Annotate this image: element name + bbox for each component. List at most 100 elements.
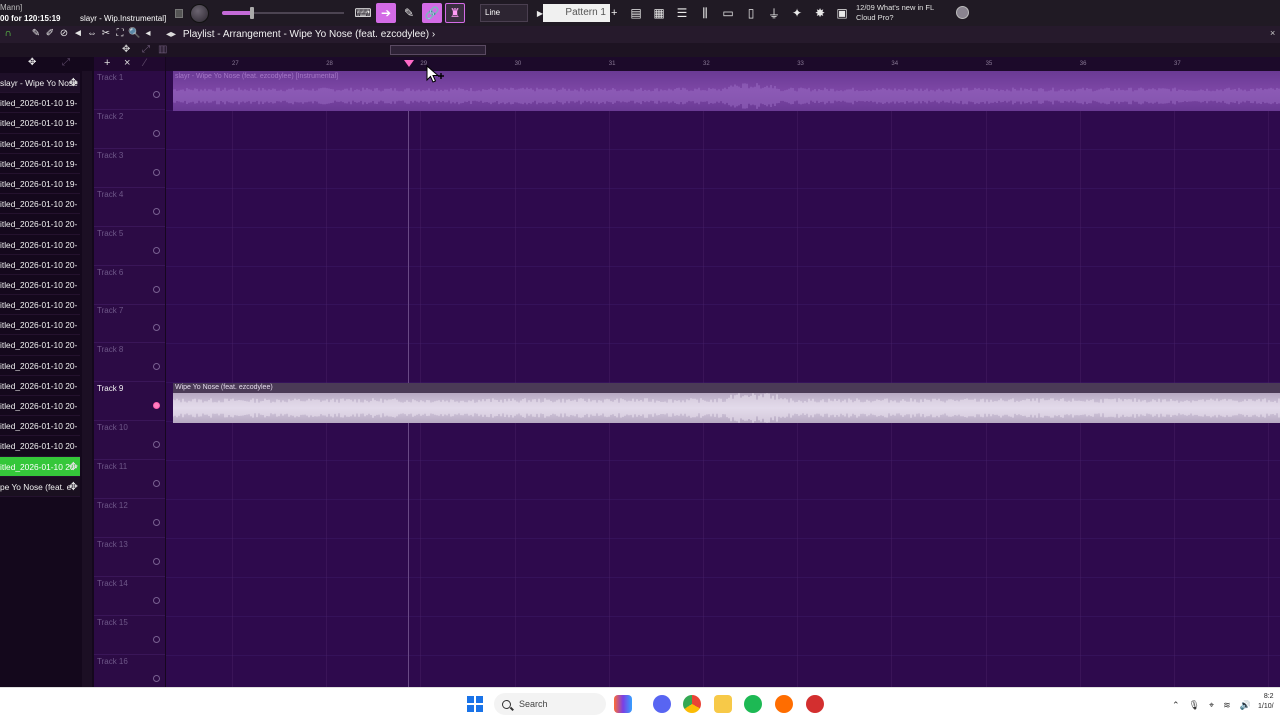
widgets-app-icon[interactable] (614, 695, 632, 713)
track-mute-led[interactable] (153, 246, 160, 254)
browser-item[interactable]: itled_2026-01-10 20- (0, 315, 80, 336)
select-tool-icon[interactable]: ⛶ (114, 28, 126, 40)
chrome-icon[interactable] (683, 695, 701, 713)
track-mute-led[interactable] (153, 285, 160, 293)
discord-icon[interactable] (653, 695, 671, 713)
track-mute-led[interactable] (153, 480, 160, 487)
screen-recorder-icon[interactable] (806, 695, 824, 713)
playlist-grid[interactable] (166, 71, 1280, 687)
breadcrumb-arrow[interactable]: › (432, 29, 435, 40)
track-header[interactable]: Track 12 (94, 499, 166, 538)
add-track-icon[interactable]: + (104, 57, 110, 69)
taskbar-search[interactable]: Search (494, 693, 606, 715)
browser-item[interactable]: itled_2026-01-10 20- (0, 275, 80, 296)
browser-item[interactable]: itled_2026-01-10 19- (0, 113, 80, 134)
horizontal-scroll-thumb[interactable] (390, 45, 486, 55)
more-tools-icon[interactable]: ✸ (810, 3, 830, 23)
track-mute-led[interactable] (153, 207, 160, 215)
microphone-icon[interactable]: 🎙 (1189, 700, 1200, 711)
volume-icon[interactable]: 🔊 (1240, 700, 1251, 711)
piano-roll-icon[interactable]: ▦ (649, 3, 669, 23)
browser-item[interactable]: itled_2026-01-10 19- (0, 154, 80, 174)
track-header[interactable]: Track 3 (94, 149, 166, 188)
browser-item[interactable]: itled_2026-01-10 20- (0, 255, 80, 275)
browser-item-drag-icon[interactable]: ✥ (69, 457, 78, 476)
audio-clip-instrumental[interactable]: slayr - Wipe Yo Nose (feat. ezcodylee) [… (173, 71, 1280, 111)
location-icon[interactable]: ⌖ (1209, 700, 1214, 711)
track-header[interactable]: Track 14 (94, 577, 166, 616)
song-title[interactable]: Wipe Yo Nose (feat. ezcodylee) (290, 29, 430, 40)
browser-item[interactable]: pe Yo Nose (feat. e ✥ (0, 476, 80, 497)
link-icon[interactable]: 🔗 (422, 3, 442, 23)
add-pattern-button[interactable]: + (611, 4, 621, 22)
track-header[interactable]: Track 13 (94, 538, 166, 577)
track-header[interactable]: Track 6 (94, 266, 166, 305)
spotify-icon[interactable] (744, 695, 762, 713)
browser-item[interactable]: itled_2026-01-10 20- (0, 295, 80, 316)
pattern-select[interactable]: Pattern 1 (543, 4, 610, 22)
browser-item-drag-icon[interactable]: ✥ (69, 73, 78, 92)
browser-item[interactable]: itled_2026-01-10 20- (0, 214, 80, 235)
pencil-icon[interactable]: ✎ (399, 3, 419, 23)
track-header[interactable]: Track 7 (94, 304, 166, 344)
windows-start-icon[interactable] (467, 696, 483, 712)
browser-item[interactable]: itled_2026-01-10 20- (0, 396, 80, 417)
slip-tool-icon[interactable]: ⇔ (86, 28, 98, 40)
wifi-icon[interactable]: ≋ (1223, 700, 1231, 711)
browser-item[interactable]: slayr - Wipe Yo Nose ✥ (0, 73, 80, 94)
file-icon[interactable]: ▯ (741, 3, 761, 23)
browser-item[interactable]: itled_2026-01-10 19- (0, 174, 80, 195)
typing-keyboard-icon[interactable]: ⌨ (353, 3, 373, 23)
track-header[interactable]: Track 2 (94, 110, 166, 149)
track-mute-led[interactable] (153, 129, 160, 137)
tray-chevron-icon[interactable]: ⌃ (1172, 700, 1180, 711)
browser-icon[interactable]: ▭ (718, 3, 738, 23)
playhead-marker[interactable] (404, 60, 414, 67)
draw-tool-icon[interactable]: ✎ (30, 28, 42, 40)
track-header[interactable]: Track 9 (94, 382, 166, 422)
master-pitch-slider[interactable] (250, 7, 254, 19)
shop-icon[interactable]: ▣ (832, 3, 852, 23)
browser-scrollbar[interactable] (82, 71, 92, 687)
news-panel[interactable]: 12/09 What's new in FL Cloud Pro? (856, 3, 951, 24)
browser-item[interactable]: itled_2026-01-10 20- (0, 194, 80, 215)
paint-tool-icon[interactable]: ✐ (44, 28, 56, 40)
track-header[interactable]: Track 11 (94, 460, 166, 499)
browser-item[interactable]: itled_2026-01-10 20- (0, 356, 80, 376)
playback-tool-icon[interactable]: ◂ (142, 28, 154, 40)
snap-arrows-icon[interactable]: ✥ (122, 44, 130, 55)
keyboard-view-icon[interactable]: ▥ (158, 44, 167, 55)
magnet-icon[interactable]: ∩ (2, 28, 14, 40)
track-header[interactable]: Track 1 (94, 71, 166, 110)
delete-tool-icon[interactable]: ⊘ (58, 28, 70, 40)
browser-item[interactable]: itled_2026-01-10 20- (0, 436, 80, 457)
channel-rack-icon[interactable]: ☰ (672, 3, 692, 23)
track-options-icon[interactable]: ⁄ (144, 57, 146, 69)
track-mute-led[interactable] (153, 91, 160, 98)
audio-clip-vocal[interactable]: Wipe Yo Nose (feat. ezcodylee) (173, 383, 1280, 423)
track-header[interactable]: Track 15 (94, 616, 166, 655)
playlist-menu-arrow-icon[interactable]: ◂▸ (166, 29, 176, 40)
account-icon[interactable] (956, 6, 969, 19)
track-header[interactable]: Track 10 (94, 421, 166, 461)
master-volume-knob[interactable] (190, 4, 209, 23)
browser-nav-icon[interactable]: ✥ (28, 57, 36, 68)
mixer-icon[interactable]: ⫼ (695, 3, 715, 23)
snap-select[interactable]: Line (480, 4, 528, 22)
browser-item[interactable]: itled_2026-01-10 19- (0, 134, 80, 154)
plugin-icon[interactable]: ⏚ (764, 3, 784, 23)
track-mute-led[interactable] (153, 168, 160, 176)
browser-item[interactable]: itled_2026-01-10 19- (0, 93, 80, 114)
browser-item[interactable]: itled_2026-01-10 20- (0, 335, 80, 356)
metronome-icon[interactable]: ♜ (445, 3, 465, 23)
file-explorer-icon[interactable] (714, 695, 732, 713)
browser-item[interactable]: itled_2026-01-10 20- (0, 235, 80, 255)
taskbar-clock[interactable]: 8:2 1/10/ (1258, 692, 1274, 712)
timeline-ruler[interactable]: 27 28 29 30 31 32 33 34 35 36 37 (166, 57, 1280, 71)
browser-item[interactable]: itled_2026-01-10 20- (0, 376, 80, 396)
step-edit-icon[interactable]: ➔ (376, 3, 396, 23)
track-mute-led[interactable] (153, 441, 160, 449)
remove-track-icon[interactable]: × (124, 57, 130, 69)
track-header[interactable]: Track 5 (94, 227, 166, 266)
mute-tool-icon[interactable]: ◄ (72, 28, 84, 40)
